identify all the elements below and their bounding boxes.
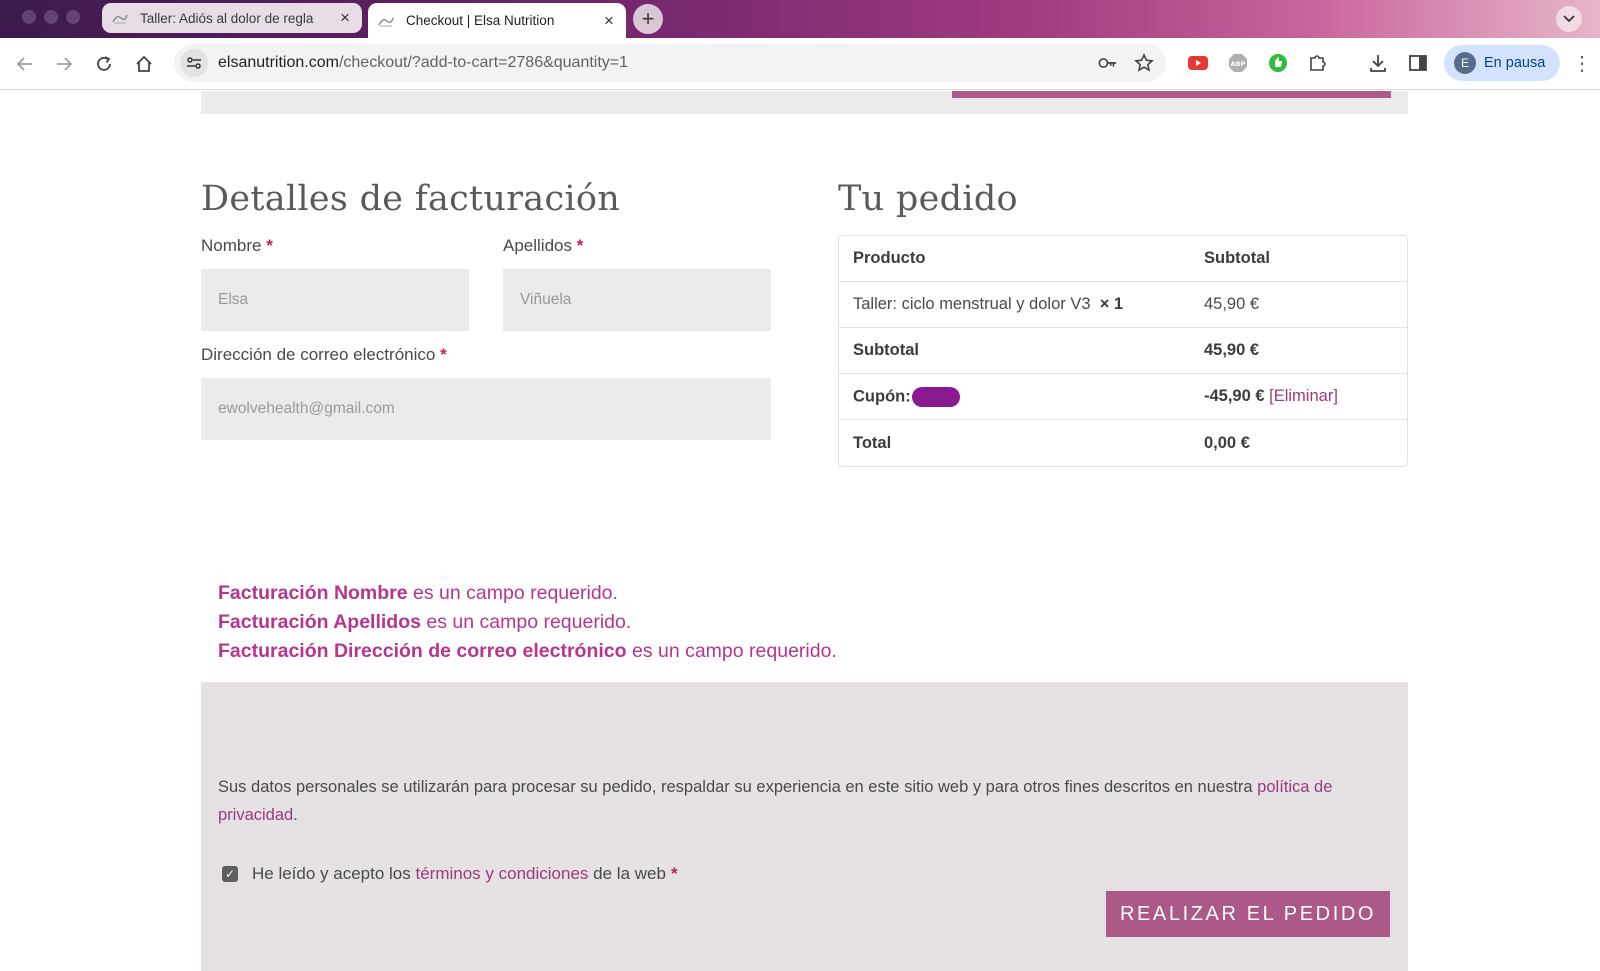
error-message: Facturación Apellidos es un campo requer… <box>218 611 632 633</box>
terms-required-mark: * <box>670 864 678 883</box>
svg-text:ABP: ABP <box>1231 60 1246 68</box>
forward-arrow-icon[interactable] <box>52 52 76 76</box>
browser-toolbar: elsanutrition.com/checkout/?add-to-cart=… <box>0 38 1600 90</box>
avatar: E <box>1454 52 1476 74</box>
order-item-qty: × 1 <box>1099 295 1124 313</box>
order-item-name: Taller: ciclo menstrual y dolor V3 × 1 <box>853 295 1124 313</box>
previous-section-band <box>201 91 1408 114</box>
home-icon[interactable] <box>132 52 156 76</box>
tab-title: Checkout | Elsa Nutrition <box>406 13 555 28</box>
tab-title: Taller: Adiós al dolor de regla <box>140 10 314 26</box>
order-table: Producto Subtotal Taller: ciclo menstrua… <box>838 235 1408 467</box>
youtube-extension-icon[interactable] <box>1186 51 1210 75</box>
error-list: Facturación Nombre es un campo requerido… <box>218 579 837 666</box>
adblock-extension-icon[interactable]: ABP <box>1226 51 1250 75</box>
url-domain: elsanutrition.com <box>218 54 339 71</box>
coupon-row: Cupón: -45,90 € [Eliminar] <box>839 374 1407 420</box>
terms-link[interactable]: términos y condiciones <box>416 864 589 883</box>
green-extension-icon[interactable] <box>1266 51 1290 75</box>
checkout-page: Detalles de facturación Nombre * Elsa Ap… <box>0 91 1600 971</box>
coupon-value: -45,90 € [Eliminar] <box>1204 387 1338 405</box>
first-name-field[interactable]: Elsa <box>201 269 469 331</box>
payment-box: Sus datos personales se utilizarán para … <box>201 682 1408 971</box>
site-favicon-icon <box>378 14 394 28</box>
back-arrow-icon[interactable] <box>13 52 37 76</box>
extensions-puzzle-icon[interactable] <box>1306 51 1330 75</box>
coupon-label: Cupón: <box>839 386 1204 407</box>
subtotal-column-header: Subtotal <box>1204 249 1270 267</box>
total-label: Total <box>853 433 892 452</box>
browser-menu-icon[interactable]: ⋮ <box>1572 51 1592 75</box>
billing-title: Detalles de facturación <box>201 179 621 219</box>
profile-button[interactable]: E En pausa <box>1444 45 1560 81</box>
place-order-button[interactable]: REALIZAR EL PEDIDO <box>1106 891 1390 937</box>
product-column-header: Producto <box>853 249 926 267</box>
window-maximize-button[interactable] <box>66 10 80 24</box>
error-message: Facturación Dirección de correo electrón… <box>218 640 837 662</box>
address-bar[interactable]: elsanutrition.com/checkout/?add-to-cart=… <box>174 44 1166 82</box>
last-name-field[interactable]: Viñuela <box>503 269 771 331</box>
order-header-row: Producto Subtotal <box>839 236 1407 282</box>
terms-checkbox[interactable]: ✓ <box>222 866 238 882</box>
url-path: /checkout/?add-to-cart=2786&quantity=1 <box>338 54 629 71</box>
remove-coupon-link[interactable]: [Eliminar] <box>1269 387 1338 405</box>
total-row: Total 0,00 € <box>839 420 1407 466</box>
subtotal-row: Subtotal 45,90 € <box>839 328 1407 374</box>
download-icon[interactable] <box>1366 51 1390 75</box>
privacy-notice: Sus datos personales se utilizarán para … <box>218 778 1333 824</box>
side-panel-icon[interactable] <box>1406 51 1430 75</box>
browser-tab-bar: Taller: Adiós al dolor de regla × Checko… <box>0 0 1600 38</box>
tab-checkout[interactable]: Checkout | Elsa Nutrition × <box>368 3 626 38</box>
close-tab-icon[interactable]: × <box>598 11 620 31</box>
subtotal-value: 45,90 € <box>1204 341 1260 359</box>
site-settings-icon[interactable] <box>180 49 208 77</box>
terms-row: ✓ He leído y acepto los términos y condi… <box>218 864 678 884</box>
bookmark-star-icon[interactable] <box>1134 53 1154 73</box>
site-favicon-icon <box>112 11 128 25</box>
close-tab-icon[interactable]: × <box>334 8 356 28</box>
first-name-label: Nombre * <box>201 236 273 255</box>
error-message: Facturación Nombre es un campo requerido… <box>218 582 618 604</box>
order-item-price: 45,90 € <box>1204 295 1260 313</box>
tab-search-chevron-icon[interactable] <box>1556 6 1582 32</box>
tab-taller[interactable]: Taller: Adiós al dolor de regla × <box>102 3 362 33</box>
subtotal-label: Subtotal <box>853 341 919 359</box>
order-item-row: Taller: ciclo menstrual y dolor V3 × 1 4… <box>839 282 1407 328</box>
order-title: Tu pedido <box>838 179 1018 219</box>
total-value: 0,00 € <box>1204 433 1250 452</box>
terms-text: He leído y acepto los términos y condici… <box>252 864 666 883</box>
window-close-button[interactable] <box>22 10 36 24</box>
window-minimize-button[interactable] <box>44 10 58 24</box>
reload-icon[interactable] <box>92 52 116 76</box>
email-field[interactable]: ewolvehealth@gmail.com <box>201 378 771 440</box>
accent-bar <box>952 91 1391 98</box>
redacted-scribble <box>911 386 960 407</box>
email-label: Dirección de correo electrónico * <box>201 345 447 364</box>
key-icon[interactable] <box>1098 53 1118 73</box>
new-tab-button[interactable]: + <box>633 4 663 34</box>
profile-status-label: En pausa <box>1484 55 1546 71</box>
last-name-label: Apellidos * <box>503 236 584 255</box>
url-text: elsanutrition.com/checkout/?add-to-cart=… <box>218 54 628 72</box>
